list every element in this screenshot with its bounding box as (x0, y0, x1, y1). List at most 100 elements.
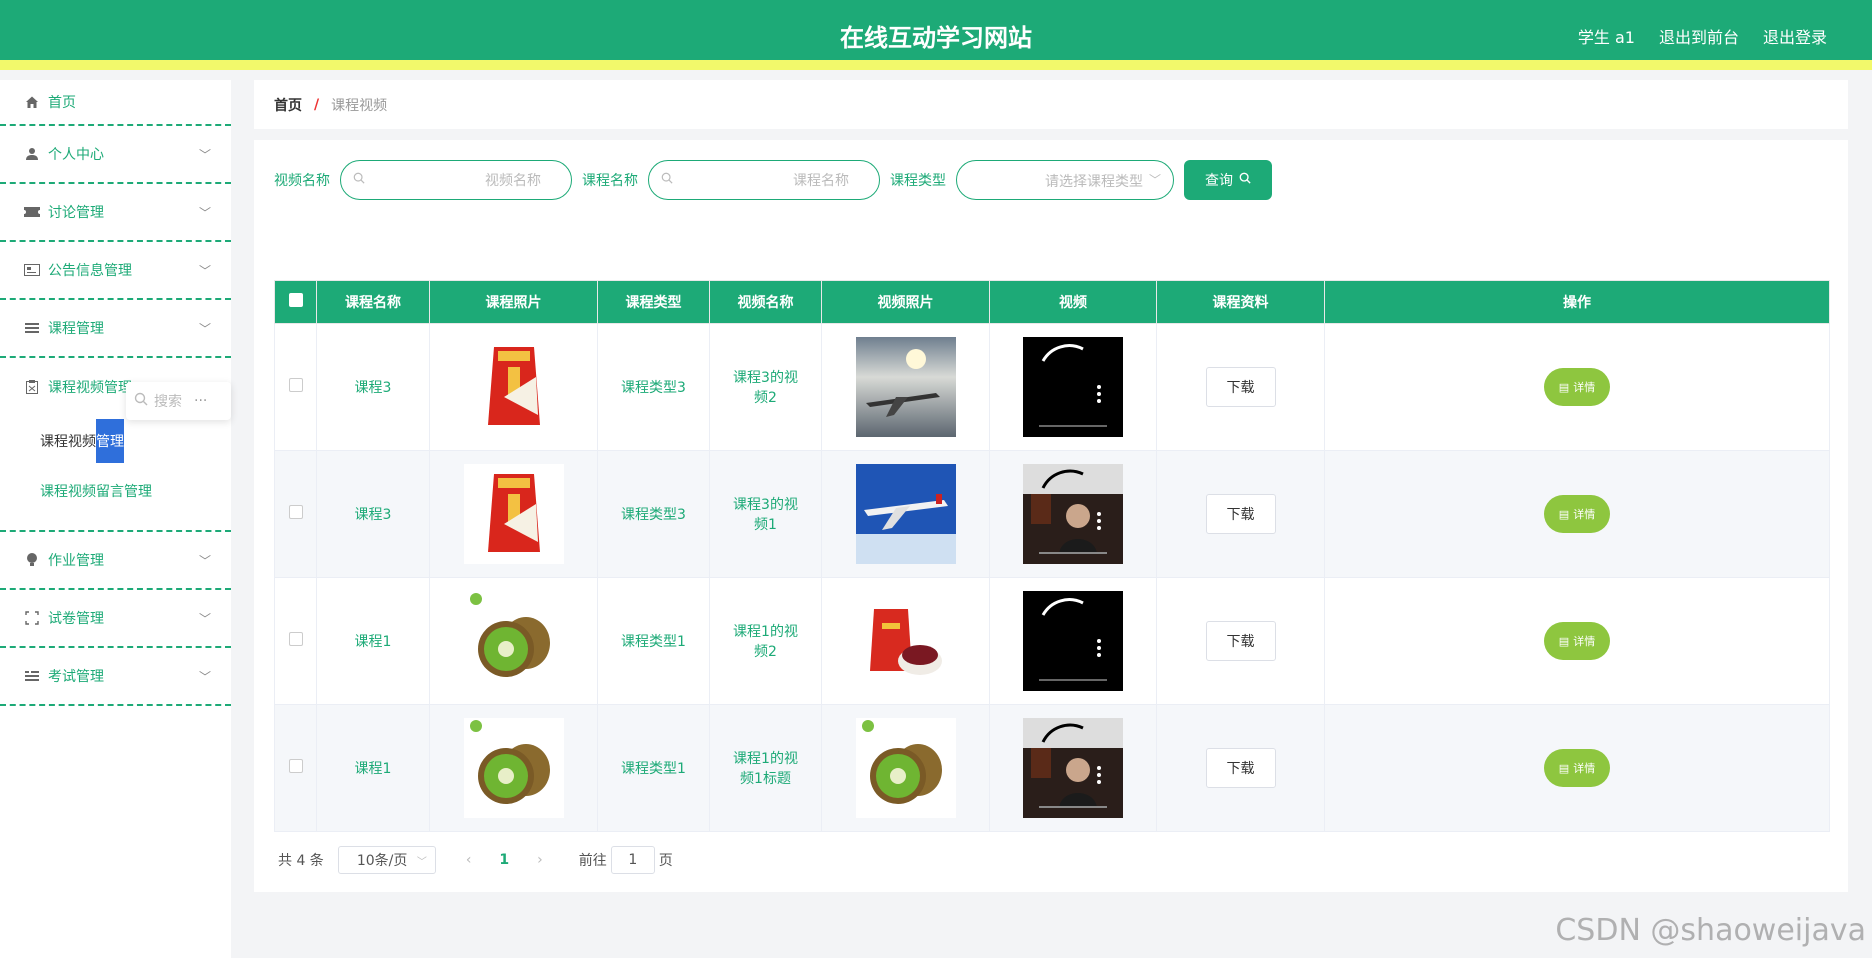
row-select-cell (274, 450, 317, 578)
video-photo-cell (821, 577, 990, 705)
main-panel: 视频名称 视频名称 课程名称 课程名称 课程类型 请选择课程类型 ﹀ 查询 课程… (254, 140, 1848, 892)
detail-button[interactable]: ▤ 详情 (1544, 622, 1610, 660)
total-count: 共 4 条 (278, 853, 324, 869)
sidebar-item-exam[interactable]: 考试管理 ﹀ (0, 648, 231, 706)
next-page-button[interactable]: › (537, 852, 543, 868)
page-number-button[interactable]: 1 (499, 852, 509, 868)
video-table: 课程名称 课程照片 课程类型 视频名称 视频照片 视频 课程资料 操作 课程3 课… (274, 280, 1830, 832)
row-select-cell (274, 577, 317, 705)
submenu-item-course-video[interactable]: 课程视频 管理 (0, 416, 231, 466)
row-checkbox[interactable] (288, 505, 303, 519)
document-icon: ▤ (1558, 634, 1570, 648)
select-all-checkbox[interactable] (288, 293, 303, 307)
detail-button-label: 详情 (1573, 381, 1596, 394)
video-player[interactable] (1023, 718, 1123, 818)
course-photo-cell (429, 704, 598, 832)
video-name-cell: 课程3的视频1 (709, 450, 822, 578)
course-name-placeholder: 课程名称 (793, 173, 849, 189)
chevron-down-icon: ﹀ (1148, 173, 1161, 187)
video-name-cell: 课程3的视频2 (709, 323, 822, 451)
submenu-item-course-video-comments[interactable]: 课程视频留言管理 (0, 466, 231, 516)
course-type-select[interactable]: 请选择课程类型 ﹀ (956, 160, 1174, 200)
prev-page-button[interactable]: ‹ (466, 852, 472, 868)
sidebar-item-paper[interactable]: 试卷管理 ﹀ (0, 590, 231, 648)
video-photo (855, 591, 956, 691)
detail-button[interactable]: ▤ 详情 (1544, 495, 1610, 533)
sidebar-item-course[interactable]: 课程管理 ﹀ (0, 300, 231, 358)
material-cell: 下载 (1156, 323, 1325, 451)
user-icon (24, 146, 40, 162)
download-button[interactable]: 下载 (1205, 621, 1276, 661)
back-to-front-link[interactable]: 退出到前台 (1659, 24, 1739, 48)
download-button[interactable]: 下载 (1205, 367, 1276, 407)
scan-icon (24, 610, 40, 626)
course-video-submenu: 课程视频 管理 课程视频留言管理 (0, 416, 231, 532)
video-photo-cell (821, 323, 990, 451)
course-name-cell: 课程1 (316, 704, 430, 832)
table-header-row: 课程名称 课程照片 课程类型 视频名称 视频照片 视频 课程资料 操作 (274, 280, 1830, 324)
chevron-down-icon: ﹀ (198, 148, 211, 162)
course-name-cell: 课程1 (316, 577, 430, 705)
video-cell (989, 577, 1157, 705)
col-course-photo: 课程照片 (429, 280, 598, 324)
download-button[interactable]: 下载 (1205, 748, 1276, 788)
current-user-link[interactable]: 学生 a1 (1578, 24, 1635, 48)
chevron-down-icon: ﹀ (198, 206, 211, 220)
sidebar-item-homework[interactable]: 作业管理 ﹀ (0, 532, 231, 590)
col-course-name: 课程名称 (316, 280, 430, 324)
detail-button[interactable]: ▤ 详情 (1544, 749, 1610, 787)
chevron-down-icon: ﹀ (198, 264, 211, 278)
sidebar-item-label: 个人中心 (48, 147, 104, 163)
video-player[interactable] (1023, 337, 1123, 437)
goto-page-input[interactable]: 1 (610, 846, 655, 874)
video-photo-cell (821, 704, 990, 832)
chevron-down-icon: ﹀ (416, 856, 427, 868)
col-course-type: 课程类型 (597, 280, 710, 324)
detail-button-label: 详情 (1573, 508, 1596, 521)
breadcrumb: 首页 / 课程视频 (254, 80, 1848, 129)
course-photo-cell (429, 323, 598, 451)
sidebar-item-notice[interactable]: 公告信息管理 ﹀ (0, 242, 231, 300)
video-player[interactable] (1023, 464, 1123, 564)
table-row: 课程3 课程类型3 课程3的视频2 下载 ▤ 详情 (274, 323, 1830, 451)
detail-button-label: 详情 (1573, 635, 1596, 648)
pagination: 共 4 条 10条/页 ﹀ ‹ 1 › 前往 1 页 (278, 846, 673, 874)
course-name-input[interactable]: 课程名称 (648, 160, 880, 200)
video-photo-cell (821, 450, 990, 578)
search-icon (353, 172, 365, 188)
sidebar-item-discussion[interactable]: 讨论管理 ﹀ (0, 184, 231, 242)
course-type-cell: 课程类型3 (597, 323, 710, 451)
detail-button[interactable]: ▤ 详情 (1544, 368, 1610, 406)
page-size-value: 10条/页 (356, 853, 408, 869)
menu-icon (24, 668, 40, 684)
chevron-down-icon: ﹀ (198, 554, 211, 568)
course-type-label: 课程类型 (890, 173, 946, 189)
course-photo-cell (429, 450, 598, 578)
row-checkbox[interactable] (288, 378, 303, 392)
watermark: CSDN @shaoweijava (1555, 913, 1866, 948)
row-checkbox[interactable] (288, 759, 303, 773)
row-select-cell (274, 704, 317, 832)
sidebar-item-profile[interactable]: 个人中心 ﹀ (0, 126, 231, 184)
submenu-item-label-pre: 课程视频 (40, 434, 96, 450)
select-all-cell (274, 280, 317, 324)
breadcrumb-separator: / (314, 96, 320, 113)
row-select-cell (274, 323, 317, 451)
more-icon[interactable]: ··· (194, 393, 207, 409)
sidebar-item-label: 课程管理 (48, 321, 104, 337)
video-player[interactable] (1023, 591, 1123, 691)
sidebar-item-home[interactable]: 首页 (0, 80, 231, 126)
row-checkbox[interactable] (288, 632, 303, 646)
logout-link[interactable]: 退出登录 (1763, 24, 1827, 48)
breadcrumb-home[interactable]: 首页 (274, 95, 302, 115)
query-button[interactable]: 查询 (1184, 160, 1272, 200)
sidebar-item-label: 试卷管理 (48, 611, 104, 627)
col-course-material: 课程资料 (1156, 280, 1325, 324)
download-button[interactable]: 下载 (1205, 494, 1276, 534)
page-size-select[interactable]: 10条/页 ﹀ (337, 846, 436, 874)
video-name-cell: 课程1的视频1标题 (709, 704, 822, 832)
document-icon: ▤ (1558, 507, 1570, 521)
video-name-input[interactable]: 视频名称 (340, 160, 572, 200)
table-row: 课程1 课程类型1 课程1的视频2 下载 ▤ 详情 (274, 577, 1830, 705)
selection-search-popup[interactable]: 搜索 ··· (126, 382, 231, 420)
